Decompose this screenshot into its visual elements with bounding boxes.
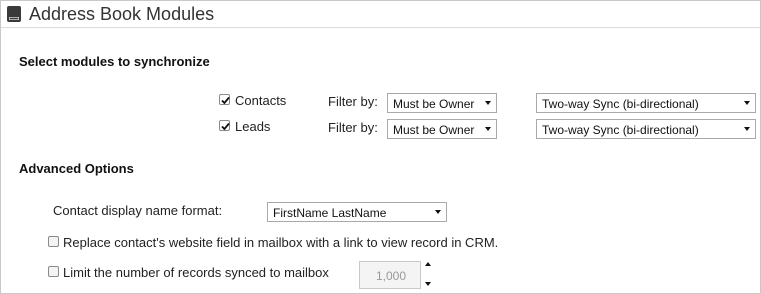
leads-filter-label: Filter by: [328, 120, 378, 135]
address-book-modules-panel: Address Book Modules Select modules to s… [0, 0, 761, 294]
limit-records-checkbox[interactable] [48, 266, 59, 277]
replace-website-checkbox[interactable] [48, 236, 59, 247]
chevron-down-icon [744, 101, 750, 105]
contacts-filter-label: Filter by: [328, 94, 378, 109]
limit-records-value: 1,000 [375, 269, 406, 283]
contacts-checkbox[interactable] [219, 94, 230, 105]
leads-filter-select[interactable]: Must be Owner [387, 119, 497, 139]
leads-label: Leads [235, 119, 271, 134]
contacts-filter-select[interactable]: Must be Owner [387, 93, 497, 113]
leads-checkbox[interactable] [219, 120, 230, 131]
chevron-down-icon [485, 101, 491, 105]
checkmark-icon [221, 122, 230, 131]
display-name-format-select[interactable]: FirstName LastName [267, 202, 447, 222]
leads-sync-value: Two-way Sync (bi-directional) [542, 123, 699, 137]
chevron-down-icon [744, 127, 750, 131]
contacts-filter-value: Must be Owner [393, 97, 475, 111]
replace-website-label: Replace contact's website field in mailb… [63, 235, 499, 250]
modules-section-heading: Select modules to synchronize [19, 54, 210, 69]
address-book-icon [7, 6, 21, 22]
contacts-label: Contacts [235, 93, 287, 108]
chevron-down-icon [435, 210, 441, 214]
contacts-sync-value: Two-way Sync (bi-directional) [542, 97, 699, 111]
display-name-format-label: Contact display name format: [53, 203, 223, 218]
spin-up-icon[interactable] [425, 262, 431, 266]
limit-records-label: Limit the number of records synced to ma… [63, 265, 329, 280]
spin-down-icon[interactable] [425, 282, 431, 286]
display-name-format-value: FirstName LastName [273, 206, 387, 220]
contacts-sync-select[interactable]: Two-way Sync (bi-directional) [536, 93, 756, 113]
panel-header: Address Book Modules [1, 1, 760, 28]
chevron-down-icon [485, 127, 491, 131]
leads-sync-select[interactable]: Two-way Sync (bi-directional) [536, 119, 756, 139]
checkmark-icon [221, 96, 230, 105]
page-title: Address Book Modules [29, 4, 215, 24]
advanced-options-heading: Advanced Options [19, 161, 134, 176]
leads-filter-value: Must be Owner [393, 123, 475, 137]
limit-records-input[interactable]: 1,000 [359, 261, 421, 289]
